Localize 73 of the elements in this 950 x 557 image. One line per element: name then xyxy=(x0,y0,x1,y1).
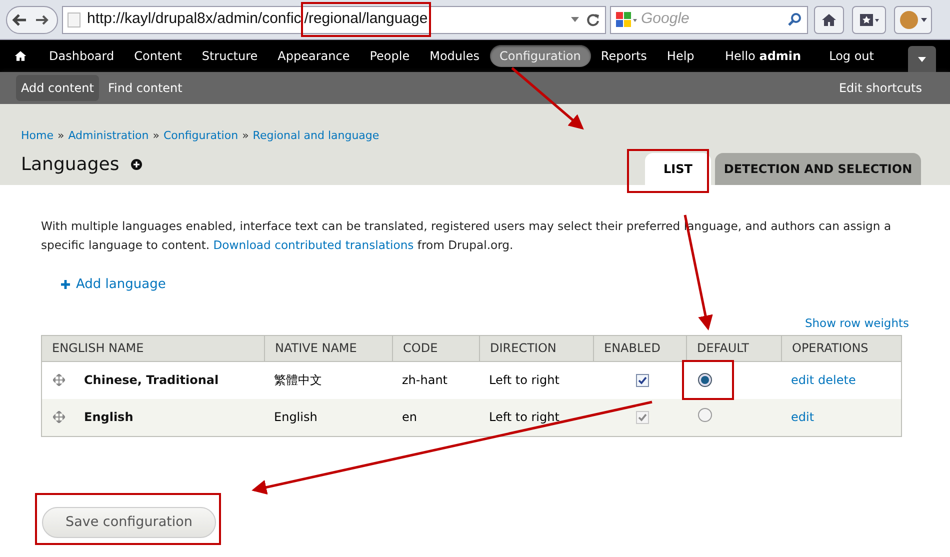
table-cell-text: Chinese, Traditional xyxy=(84,372,219,390)
home-icon xyxy=(14,50,27,62)
table-cell: 繁體中文 xyxy=(274,373,322,388)
toolbar-link[interactable]: Appearance xyxy=(268,45,360,67)
column-header: ENABLED xyxy=(593,336,686,361)
search-input[interactable]: Google xyxy=(641,8,783,31)
operation-link[interactable]: edit xyxy=(791,371,814,390)
toolbar-link[interactable]: Dashboard xyxy=(39,45,124,67)
table-cell-text: English xyxy=(84,409,134,426)
page-title: Languages xyxy=(21,152,120,176)
table-cell: Left to right xyxy=(489,373,560,388)
breadcrumb-separator: » xyxy=(242,128,249,144)
column-header: ENGLISH NAME xyxy=(51,340,145,358)
search-engine-icon xyxy=(615,10,637,28)
add-language-link[interactable]: Add language xyxy=(61,275,166,294)
caret-icon xyxy=(918,56,926,62)
tab[interactable]: DETECTION AND SELECTION xyxy=(715,153,921,185)
breadcrumb-link[interactable]: Configuration xyxy=(163,128,238,144)
shortcut-link[interactable]: Find content xyxy=(103,75,188,101)
radio-button[interactable] xyxy=(698,408,712,422)
caret-icon xyxy=(921,18,927,22)
column-header: DEFAULT xyxy=(686,336,781,361)
plus-icon xyxy=(61,280,70,290)
toolbar-link[interactable]: Configuration xyxy=(490,45,591,67)
drag-handle-icon[interactable] xyxy=(53,411,65,424)
edit-shortcuts-link[interactable]: Edit shortcuts xyxy=(838,79,922,97)
column-header: NATIVE NAME xyxy=(264,336,392,361)
toolbar-link[interactable]: Reports xyxy=(590,45,657,67)
download-translations-link[interactable]: Download contributed translations xyxy=(213,238,414,252)
toolbar-link[interactable]: Content xyxy=(124,45,192,67)
breadcrumb-separator: » xyxy=(152,128,160,144)
breadcrumb-link[interactable]: Administration xyxy=(68,128,149,144)
column-header: OPERATIONS xyxy=(781,336,901,361)
column-header: CODE xyxy=(392,336,479,361)
shortcuts-toggle[interactable] xyxy=(908,46,936,72)
breadcrumb-link[interactable]: Home xyxy=(21,128,54,144)
toolbar-link[interactable]: Modules xyxy=(420,45,490,67)
bookmarks-button[interactable] xyxy=(852,6,886,34)
reload-icon xyxy=(585,12,601,28)
column-header: DIRECTION xyxy=(479,336,593,361)
home-button[interactable] xyxy=(814,6,844,34)
search-icon xyxy=(787,12,803,28)
show-row-weights-link[interactable]: Show row weights xyxy=(804,314,909,332)
save-button[interactable]: Save configuration xyxy=(42,506,216,538)
highlighted-url-text: /regional/language xyxy=(301,2,431,37)
table-cell: en xyxy=(402,410,417,424)
avatar-icon xyxy=(899,10,919,30)
profile-button[interactable] xyxy=(894,6,932,34)
greeting-text: Hello admin xyxy=(724,48,802,65)
toolbar-link[interactable]: Structure xyxy=(192,45,268,67)
back-forward-buttons[interactable] xyxy=(6,6,58,34)
url-text: http://kayl/drupal8x/admin/confic xyxy=(87,9,302,30)
star-icon xyxy=(859,12,879,26)
logout-link[interactable]: Log out xyxy=(829,47,874,65)
search-field[interactable]: Google xyxy=(610,6,808,34)
page-icon xyxy=(67,12,81,28)
operation-link[interactable]: edit xyxy=(791,408,814,426)
toolbar-link[interactable]: Help xyxy=(656,45,704,67)
operation-link[interactable]: delete xyxy=(818,371,856,390)
table-cell: Left to right xyxy=(489,410,560,424)
tab[interactable]: LIST xyxy=(645,153,711,185)
breadcrumb-link[interactable]: Regional and language xyxy=(252,128,380,144)
shortcut-link[interactable]: Add content xyxy=(16,75,99,101)
toolbar-link[interactable]: People xyxy=(360,45,420,67)
home-icon xyxy=(821,12,837,26)
table-cell: English xyxy=(274,410,318,424)
table-cell: zh-hant xyxy=(402,373,448,388)
checkbox[interactable] xyxy=(636,374,648,387)
dropdown-icon xyxy=(571,16,579,22)
add-shortcut-icon[interactable] xyxy=(131,158,142,170)
drag-handle-icon[interactable] xyxy=(53,374,65,386)
breadcrumb-separator: » xyxy=(57,128,64,144)
radio-button[interactable] xyxy=(698,373,712,388)
